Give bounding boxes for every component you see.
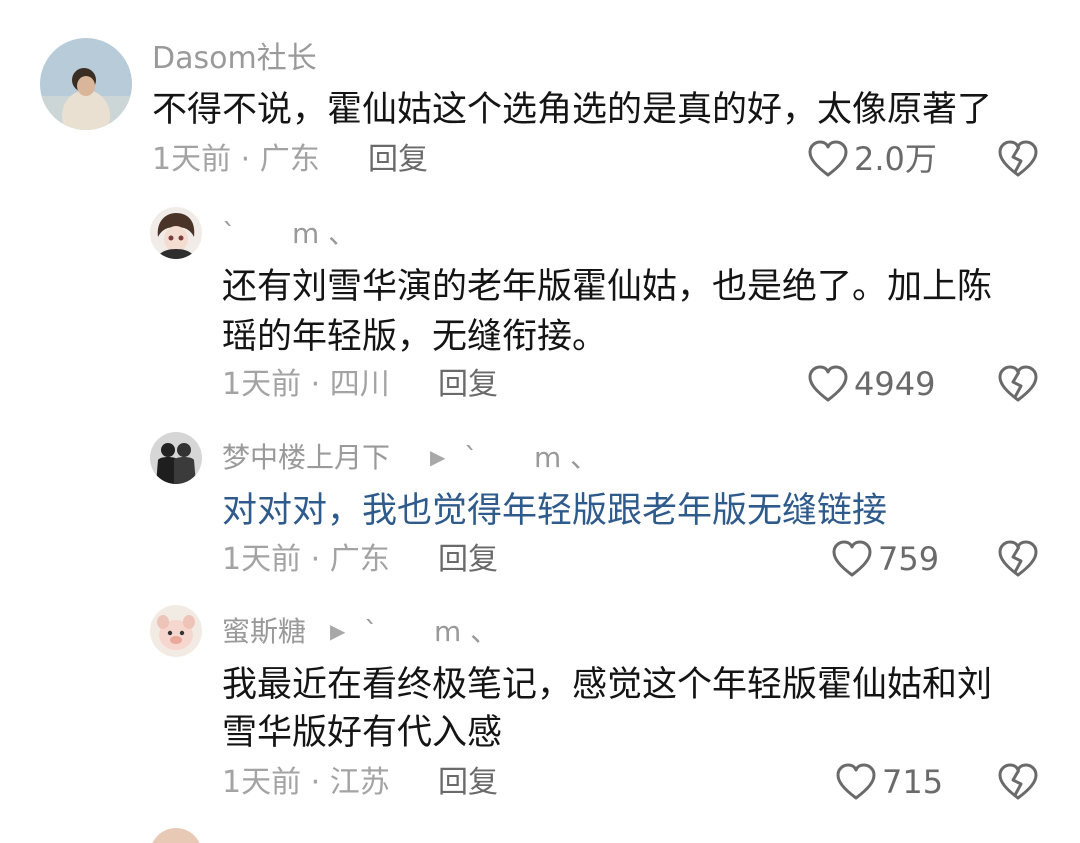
reply-to-username[interactable]: ` m 、 <box>364 618 498 646</box>
comment-thread: Dasom社长 不得不说，霍仙姑这个选角选的是真的好，太像原著了 1天前 · 广… <box>0 0 1080 843</box>
like-button[interactable]: 715 <box>836 763 943 801</box>
heart-outline-icon <box>808 365 848 402</box>
comment-text-line: 雪华版好有代入感 <box>222 713 503 753</box>
avatar[interactable] <box>40 38 132 130</box>
username[interactable]: Dasom社长 <box>152 44 317 74</box>
triangle-right-icon: ▶ <box>430 445 446 469</box>
heart-outline-icon <box>836 763 876 800</box>
dislike-button[interactable] <box>998 763 1038 801</box>
avatar[interactable] <box>150 207 202 259</box>
comment-text: 对对对，我也觉得年轻版跟老年版无缝链接 <box>222 491 888 531</box>
heart-outline-icon <box>808 140 848 177</box>
broken-heart-icon <box>998 140 1038 177</box>
like-count: 759 <box>878 540 940 578</box>
triangle-right-icon: ▶ <box>330 619 346 643</box>
like-count: 2.0万 <box>854 140 937 178</box>
dislike-button[interactable] <box>998 365 1038 403</box>
reply-button[interactable]: 回复 <box>438 768 498 798</box>
broken-heart-icon <box>998 365 1038 402</box>
avatar[interactable] <box>150 828 202 843</box>
reply-button[interactable]: 回复 <box>438 370 498 400</box>
like-button[interactable]: 759 <box>832 540 939 578</box>
timestamp-location: 1天前 · 广东 <box>222 542 390 577</box>
reply-button[interactable]: 回复 <box>368 145 428 175</box>
like-count: 715 <box>882 763 944 801</box>
username[interactable]: 蜜斯糖 <box>222 618 306 646</box>
timestamp-location: 1天前 · 江苏 <box>222 765 390 800</box>
timestamp-location: 1天前 · 广东 <box>152 142 320 177</box>
broken-heart-icon <box>998 540 1038 577</box>
like-button[interactable]: 2.0万 <box>808 140 937 178</box>
dislike-button[interactable] <box>998 140 1038 178</box>
comment-text-line: 瑶的年轻版，无缝衔接。 <box>222 317 608 357</box>
reply-button[interactable]: 回复 <box>438 545 498 575</box>
comment-text-line: 我最近在看终极笔记，感觉这个年轻版霍仙姑和刘 <box>222 665 993 705</box>
avatar[interactable] <box>150 605 202 657</box>
broken-heart-icon <box>998 763 1038 800</box>
comment-text-line: 还有刘雪华演的老年版霍仙姑，也是绝了。加上陈 <box>222 267 993 307</box>
timestamp-location: 1天前 · 四川 <box>222 367 390 402</box>
comment-text: 不得不说，霍仙姑这个选角选的是真的好，太像原著了 <box>152 90 993 130</box>
dislike-button[interactable] <box>998 540 1038 578</box>
like-button[interactable]: 4949 <box>808 365 935 403</box>
avatar[interactable] <box>150 432 202 484</box>
reply-to-username[interactable]: ` m 、 <box>464 444 598 472</box>
like-count: 4949 <box>854 365 936 403</box>
username[interactable]: 梦中楼上月下 <box>222 444 390 472</box>
username[interactable]: ` m 、 <box>222 220 356 248</box>
heart-outline-icon <box>832 540 872 577</box>
